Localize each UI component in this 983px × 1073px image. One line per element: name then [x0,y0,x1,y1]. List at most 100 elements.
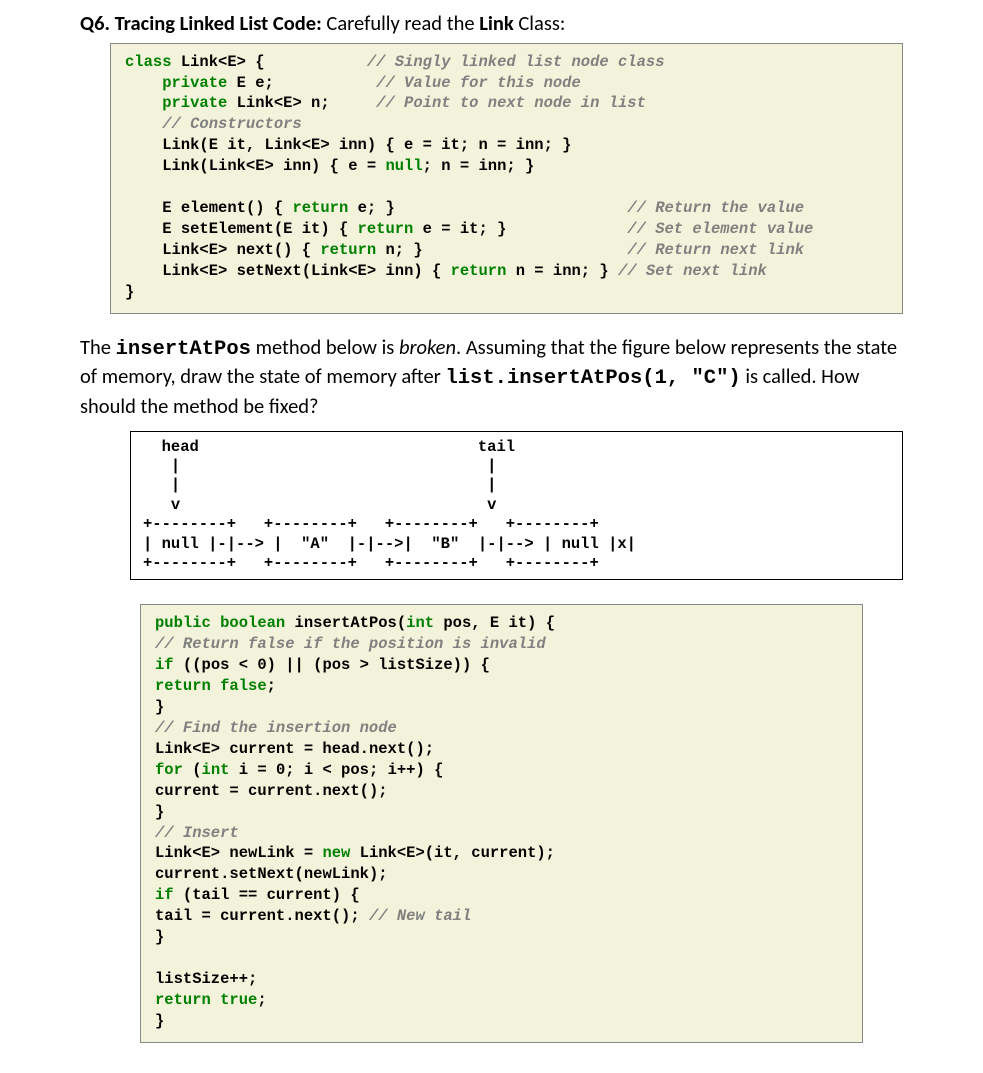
m-nx-a: Link<E> [125,241,237,259]
cmt: // Singly linked list node class [367,53,665,71]
cmt-constructors: // Constructors [125,115,302,133]
ctor2a: Link(Link<E> inn) { e = [125,157,385,175]
kw-class: class [125,53,172,71]
call-next: next [322,782,359,800]
question-number: Q6. Tracing Linked List Code: [80,10,322,36]
cmt: // Return the value [627,199,804,217]
num-0: 0 [276,761,285,779]
params: pos, E it) { [434,614,555,632]
cur-dot: current. [155,865,229,883]
m-sn-c: (Link<E> inn) { [302,262,451,280]
kw-for: for [155,761,183,779]
paren: ( [397,614,406,632]
para-broken: broken [399,334,456,360]
m-nx-b: next [237,241,274,259]
m-el-c: () { [246,199,293,217]
kw-pub-bool: public boolean [155,614,285,632]
m-nx-e: n; } [376,241,627,259]
m-el-b: element [181,199,246,217]
kw-int: int [202,761,230,779]
listsize-inc: listSize++; [155,970,257,988]
fn-insertatpos: insertAtPos [285,614,397,632]
header-link-class: Link [479,10,514,36]
para-t1: The [80,334,116,360]
ascii-l2: | | [143,457,496,475]
ascii-l5: +--------+ +--------+ +--------+ +------… [143,515,599,533]
newlink-decl: Link<E> newLink = [155,844,322,862]
brace: } [155,1012,164,1030]
cmt: // Value for this node [376,74,581,92]
question-header: Q6. Tracing Linked List Code: Carefully … [80,10,903,37]
m-el-a: E [125,199,181,217]
cur-eq: current = current. [155,782,322,800]
m-se-e: e = it; } [413,220,627,238]
close-brace: } [125,283,134,301]
header-text-2: Class: [514,10,566,36]
parens: (); [406,740,434,758]
num-0: 0 [257,656,266,674]
semi: ; [267,677,276,695]
cmt-insert: // Insert [155,824,239,842]
ctor1: Link(E it, Link<E> inn) { e = it; n = in… [125,136,571,154]
decl-current: Link<E> current = head. [155,740,369,758]
parens: (); [360,782,388,800]
m-sn-a: Link<E> [125,262,237,280]
m-nx-c: () { [274,241,321,259]
call-setnext: setNext [229,865,294,883]
ascii-l1: head tail [143,438,515,456]
kw-return: return [358,220,414,238]
semi: ; [257,991,266,1009]
field-n: Link<E> n; [227,94,376,112]
question-paragraph: The insertAtPos method below is broken. … [80,334,903,421]
m-se-c: (E it) { [274,220,358,238]
page: Q6. Tracing Linked List Code: Carefully … [0,0,983,1073]
header-text-1: Carefully read the [322,10,479,36]
cond-tail: (tail == current) { [174,886,360,904]
call-next: next [295,907,332,925]
m-el-e: e; } [348,199,627,217]
tail-eq: tail = current. [155,907,295,925]
parens: (); [332,907,369,925]
kw-return-false: return false [155,677,267,695]
paren: ( [183,761,202,779]
cmt: // Return false if the position is inval… [155,635,546,653]
para-method-1: insertAtPos [116,338,251,361]
cond-a: ((pos < [174,656,258,674]
m-sn-b: setNext [237,262,302,280]
ascii-l4: v v [143,496,496,514]
cmt: // Return next link [627,241,804,259]
para-call: list.insertAtPos(1, "C") [445,367,740,390]
m-se-a: E [125,220,181,238]
kw-private: private [125,94,227,112]
ascii-l3: | | [143,476,496,494]
kw-private: private [125,74,227,92]
memory-diagram: head tail | | | | v v +--------+ +------… [130,431,903,581]
link-class-code: class Link<E> { // Singly linked list no… [110,43,903,314]
for-rest: ; i < pos; i++) { [285,761,443,779]
ascii-l6: | null |-|--> | "A" |-|-->| "B" |-|--> |… [143,535,636,553]
kw-return-true: return true [155,991,257,1009]
ctor2c: ; n = inn; } [423,157,535,175]
newlink-rest: Link<E>(it, current); [350,844,555,862]
assign: i = [229,761,276,779]
kw-int: int [406,614,434,632]
call-next: next [369,740,406,758]
cmt: // Point to next node in list [376,94,646,112]
field-e: E e; [227,74,376,92]
para-t2: method below is [251,334,399,360]
brace: } [155,803,164,821]
ascii-l7: +--------+ +--------+ +--------+ +------… [143,554,599,572]
kw-null: null [385,157,422,175]
cmt-newtail: // New tail [369,907,471,925]
brace: } [155,698,164,716]
cond-b: ) || (pos > listSize)) { [267,656,490,674]
cmt: // Find the insertion node [155,719,397,737]
brace: } [155,928,164,946]
m-se-b: setElement [181,220,274,238]
kw-return: return [292,199,348,217]
type-link: Link<E> { [172,53,367,71]
kw-new: new [322,844,350,862]
kw-if: if [155,886,174,904]
kw-if: if [155,656,174,674]
kw-return: return [451,262,507,280]
